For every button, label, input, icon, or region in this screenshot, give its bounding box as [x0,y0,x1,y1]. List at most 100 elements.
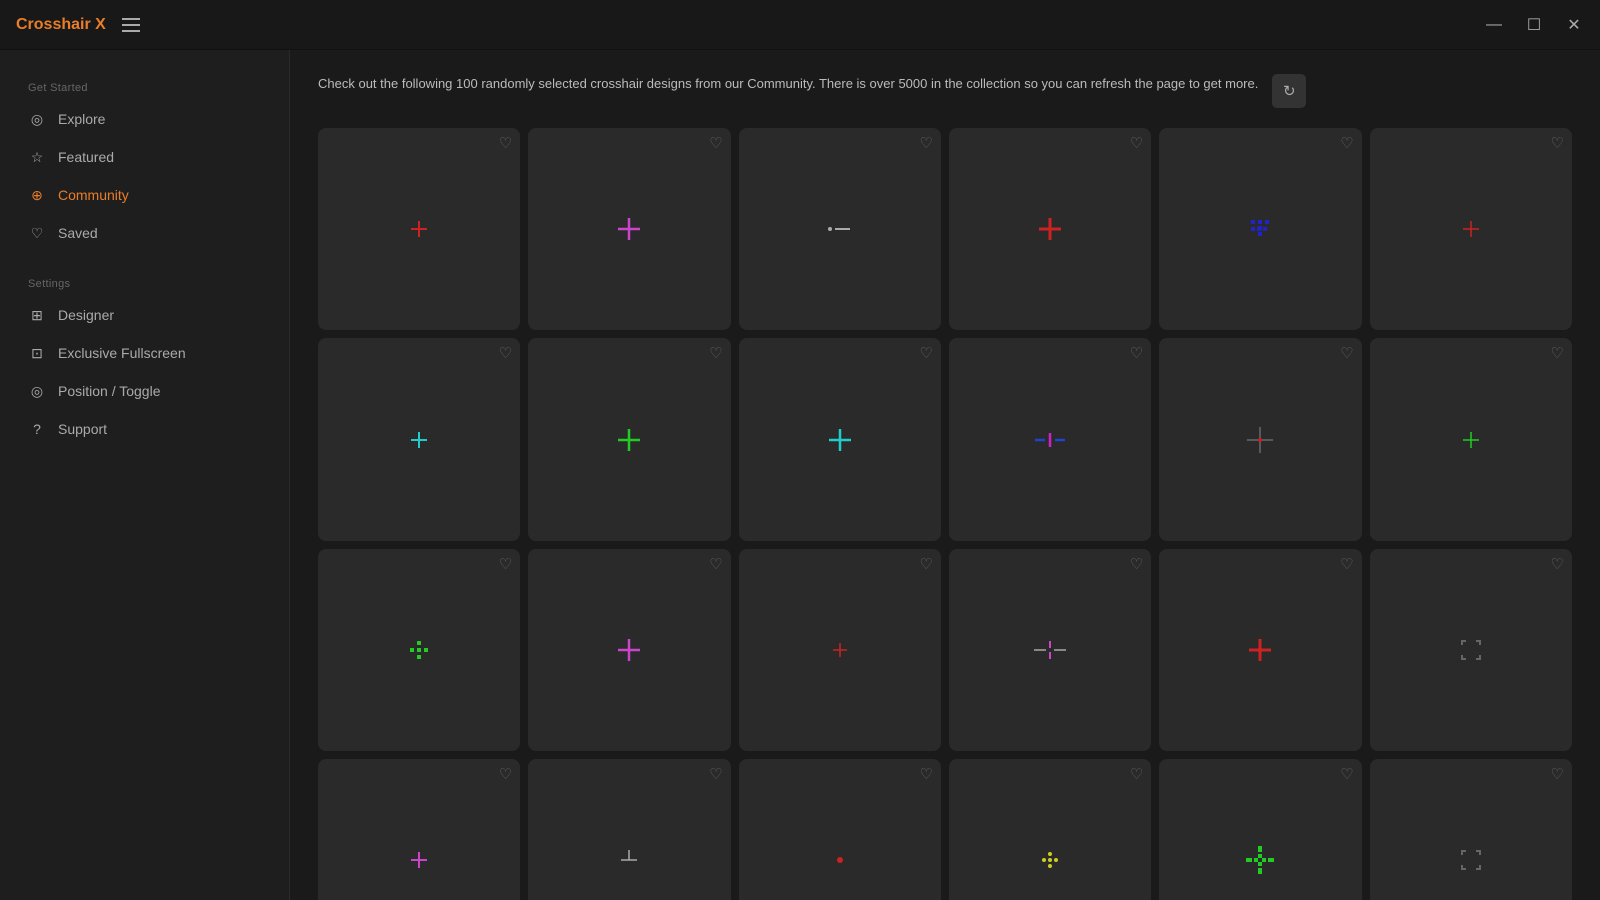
support-icon: ? [28,420,46,438]
crosshair-card-5[interactable]: ♡ [1159,128,1361,330]
heart-button-21[interactable]: ♡ [920,767,933,782]
heart-button-6[interactable]: ♡ [1551,136,1564,151]
crosshair-card-2[interactable]: ♡ [528,128,730,330]
crosshair-render-1 [318,128,520,330]
heart-button-13[interactable]: ♡ [499,557,512,572]
crosshair-render-17 [1159,549,1361,751]
sidebar-item-support[interactable]: ? Support [16,412,273,446]
sidebar-item-featured[interactable]: ☆ Featured [16,140,273,174]
crosshair-card-4[interactable]: ♡ [949,128,1151,330]
crosshair-card-14[interactable]: ♡ [528,549,730,751]
sidebar-item-community[interactable]: ⊕ Community [16,178,273,212]
heart-button-4[interactable]: ♡ [1130,136,1143,151]
heart-button-19[interactable]: ♡ [499,767,512,782]
sidebar-item-designer[interactable]: ⊞ Designer [16,298,273,332]
crosshair-render-24 [1370,759,1572,900]
sidebar-item-support-label: Support [58,421,107,437]
crosshair-render-14 [528,549,730,751]
crosshair-card-24[interactable]: ♡ [1370,759,1572,900]
titlebar-left: Crosshair X [16,16,140,34]
minimize-button[interactable]: — [1484,15,1504,35]
titlebar: Crosshair X — ☐ ✕ [0,0,1600,50]
crosshair-card-9[interactable]: ♡ [739,338,941,540]
crosshair-card-1[interactable]: ♡ [318,128,520,330]
crosshair-render-6 [1370,128,1572,330]
featured-icon: ☆ [28,148,46,166]
heart-button-18[interactable]: ♡ [1551,557,1564,572]
heart-button-3[interactable]: ♡ [920,136,933,151]
crosshair-render-10 [949,338,1151,540]
position-toggle-icon: ◎ [28,382,46,400]
app-title-accent: X [95,16,106,33]
refresh-button[interactable]: ↻ [1272,74,1306,108]
crosshair-card-3[interactable]: ♡ [739,128,941,330]
sidebar-item-explore-label: Explore [58,111,105,127]
sidebar-item-community-label: Community [58,187,129,203]
heart-button-17[interactable]: ♡ [1340,557,1353,572]
crosshair-render-15 [739,549,941,751]
close-button[interactable]: ✕ [1564,15,1584,35]
crosshair-card-23[interactable]: ♡ [1159,759,1361,900]
crosshair-card-12[interactable]: ♡ [1370,338,1572,540]
heart-button-22[interactable]: ♡ [1130,767,1143,782]
crosshair-render-23 [1159,759,1361,900]
crosshair-card-19[interactable]: ♡ [318,759,520,900]
crosshair-card-11[interactable]: ♡ [1159,338,1361,540]
crosshair-card-8[interactable]: ♡ [528,338,730,540]
heart-button-10[interactable]: ♡ [1130,346,1143,361]
sidebar-item-explore[interactable]: ◎ Explore [16,102,273,136]
hamburger-menu[interactable] [122,18,140,32]
content-description: Check out the following 100 randomly sel… [318,74,1572,108]
get-started-label: Get Started [16,74,273,98]
heart-button-8[interactable]: ♡ [709,346,722,361]
maximize-button[interactable]: ☐ [1524,15,1544,35]
crosshair-render-4 [949,128,1151,330]
crosshair-card-7[interactable]: ♡ [318,338,520,540]
heart-button-7[interactable]: ♡ [499,346,512,361]
sidebar-item-exclusive-fullscreen-label: Exclusive Fullscreen [58,345,186,361]
crosshair-card-16[interactable]: ♡ [949,549,1151,751]
explore-icon: ◎ [28,110,46,128]
crosshair-card-20[interactable]: ♡ [528,759,730,900]
heart-button-23[interactable]: ♡ [1340,767,1353,782]
crosshair-render-2 [528,128,730,330]
community-icon: ⊕ [28,186,46,204]
exclusive-fullscreen-icon: ⊡ [28,344,46,362]
crosshair-card-10[interactable]: ♡ [949,338,1151,540]
heart-button-12[interactable]: ♡ [1551,346,1564,361]
sidebar: Get Started ◎ Explore ☆ Featured ⊕ Commu… [0,50,290,900]
sidebar-item-saved-label: Saved [58,225,98,241]
heart-button-15[interactable]: ♡ [920,557,933,572]
heart-button-11[interactable]: ♡ [1340,346,1353,361]
sidebar-item-designer-label: Designer [58,307,114,323]
titlebar-controls: — ☐ ✕ [1484,15,1584,35]
heart-button-9[interactable]: ♡ [920,346,933,361]
heart-button-16[interactable]: ♡ [1130,557,1143,572]
heart-button-14[interactable]: ♡ [709,557,722,572]
heart-button-20[interactable]: ♡ [709,767,722,782]
sidebar-item-position-toggle[interactable]: ◎ Position / Toggle [16,374,273,408]
crosshair-card-21[interactable]: ♡ [739,759,941,900]
crosshair-grid: ♡ ♡ ♡ ♡ ♡ ♡ ♡ ♡ ♡ ♡ ♡ ♡ ♡ ♡ ♡ ♡ ♡ ♡ ♡ ♡ ♡ ♡ ♡ ♡ [318,128,1572,900]
crosshair-card-6[interactable]: ♡ [1370,128,1572,330]
crosshair-render-18 [1370,549,1572,751]
crosshair-card-18[interactable]: ♡ [1370,549,1572,751]
crosshair-render-5 [1159,128,1361,330]
crosshair-render-22 [949,759,1151,900]
crosshair-render-3 [739,128,941,330]
crosshair-card-22[interactable]: ♡ [949,759,1151,900]
heart-button-2[interactable]: ♡ [709,136,722,151]
crosshair-card-17[interactable]: ♡ [1159,549,1361,751]
crosshair-render-11 [1159,338,1361,540]
saved-icon: ♡ [28,224,46,242]
sidebar-item-featured-label: Featured [58,149,114,165]
designer-icon: ⊞ [28,306,46,324]
sidebar-item-saved[interactable]: ♡ Saved [16,216,273,250]
heart-button-1[interactable]: ♡ [499,136,512,151]
heart-button-5[interactable]: ♡ [1340,136,1353,151]
crosshair-card-15[interactable]: ♡ [739,549,941,751]
heart-button-24[interactable]: ♡ [1551,767,1564,782]
app-title-text: Crosshair [16,16,95,33]
crosshair-card-13[interactable]: ♡ [318,549,520,751]
sidebar-item-exclusive-fullscreen[interactable]: ⊡ Exclusive Fullscreen [16,336,273,370]
